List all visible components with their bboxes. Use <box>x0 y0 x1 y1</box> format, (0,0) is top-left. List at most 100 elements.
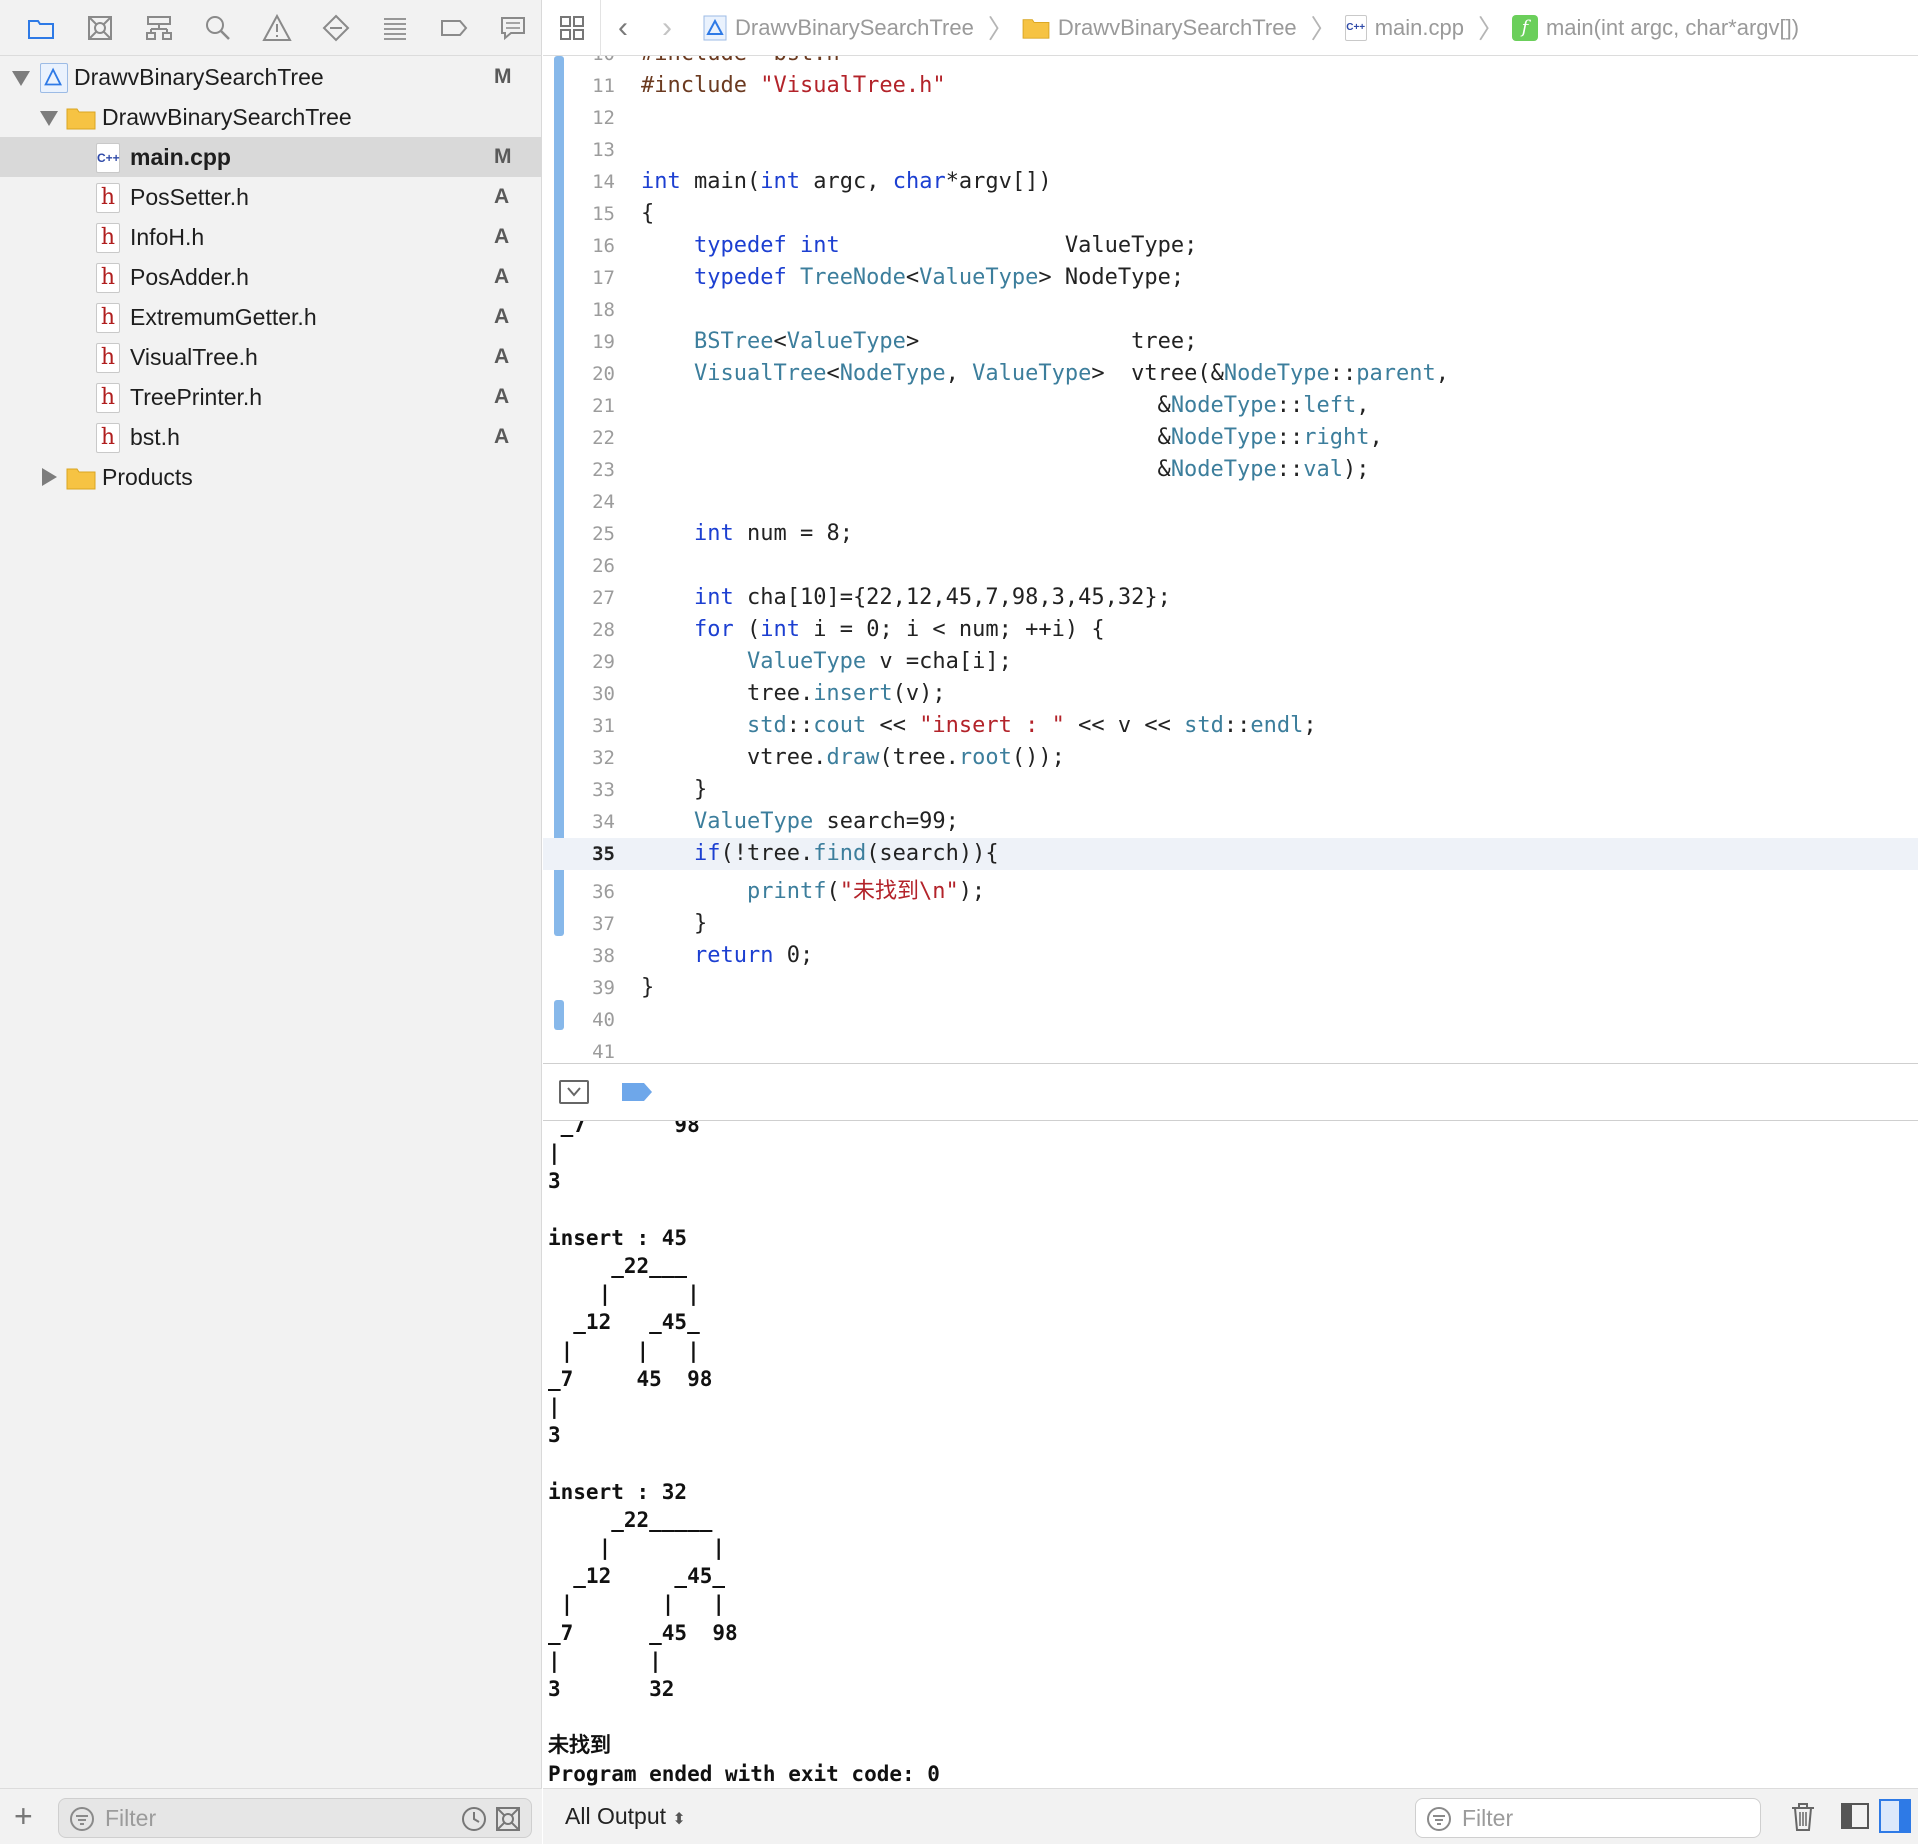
code-line[interactable]: 21 &NodeType::left, <box>543 390 1918 422</box>
file-tree: DrawvBinarySearchTree M DrawvBinarySearc… <box>0 57 542 497</box>
line-number: 40 <box>592 1009 615 1031</box>
code-line[interactable]: 37 } <box>543 908 1918 940</box>
breadcrumb-group[interactable]: DrawvBinarySearchTree <box>1022 15 1297 41</box>
hide-debug-area-icon[interactable] <box>559 1080 589 1104</box>
jump-bar: ‹ › DrawvBinarySearchTree 〉 DrawvBinaryS… <box>543 0 1918 56</box>
code-line[interactable]: 11 #include "VisualTree.h" <box>543 70 1918 102</box>
line-number: 14 <box>592 171 615 193</box>
code-line[interactable]: 30 tree.insert(v); <box>543 678 1918 710</box>
code-line[interactable]: 28 for (int i = 0; i < num; ++i) { <box>543 614 1918 646</box>
code-line[interactable]: 41 <box>543 1036 1918 1062</box>
back-arrow-icon[interactable]: ‹ <box>601 11 645 45</box>
code-line[interactable]: 39} <box>543 972 1918 1004</box>
code-line[interactable]: 22 &NodeType::right, <box>543 422 1918 454</box>
header-file-icon: h <box>96 423 120 453</box>
project-row[interactable]: DrawvBinarySearchTree M <box>0 57 542 97</box>
code-line[interactable]: 14 int main(int argc, char*argv[]) <box>543 166 1918 198</box>
forward-arrow-icon[interactable]: › <box>645 11 689 45</box>
code-line[interactable]: 26 <box>543 550 1918 582</box>
breadcrumb-function-label: main(int argc, char*argv[]) <box>1545 14 1800 40</box>
code-line[interactable]: 31 std::cout << "insert : " << v << std:… <box>543 710 1918 742</box>
code-line[interactable]: 17 typedef TreeNode<ValueType> NodeType; <box>543 262 1918 294</box>
breakpoint-icon[interactable] <box>424 0 483 56</box>
breadcrumb-file-label: main.cpp <box>1374 14 1464 40</box>
code-line[interactable]: 25 int num = 8; <box>543 518 1918 550</box>
file-row[interactable]: h TreePrinter.h A <box>0 377 542 417</box>
code-line[interactable]: 33 } <box>543 774 1918 806</box>
code-area[interactable]: 10 #include "bst.h" 11 #include "VisualTree… <box>543 56 1918 1062</box>
file-row[interactable]: h PosSetter.h A <box>0 177 542 217</box>
group-row[interactable]: DrawvBinarySearchTree <box>0 97 542 137</box>
code-line[interactable]: 10 #include "bst.h" <box>543 56 1918 70</box>
code-line[interactable]: 19 BSTree<ValueType> tree; <box>543 326 1918 358</box>
breadcrumb-function[interactable]: f main(int argc, char*argv[]) <box>1511 14 1800 41</box>
code-line[interactable]: 35 if(!tree.find(search)){ <box>543 838 1918 870</box>
code-text: int main(int argc, char*argv[]) <box>641 169 1052 194</box>
source-control-icon[interactable] <box>71 0 130 56</box>
debug-icon[interactable] <box>365 0 424 56</box>
code-line[interactable]: 20 VisualTree<NodeType, ValueType> vtree… <box>543 358 1918 390</box>
add-icon[interactable]: + <box>14 1799 33 1833</box>
show-variables-view-icon[interactable] <box>1840 1801 1870 1831</box>
breakpoints-toggle-icon[interactable] <box>621 1082 653 1102</box>
code-line[interactable]: 12 <box>543 102 1918 134</box>
breadcrumb-project[interactable]: DrawvBinarySearchTree <box>703 15 974 41</box>
file-row[interactable]: C++ main.cpp M <box>0 137 542 177</box>
file-row[interactable]: h VisualTree.h A <box>0 337 542 377</box>
navigator-toolbar <box>0 0 542 56</box>
disclosure-closed-icon[interactable] <box>42 468 57 486</box>
recent-clock-icon[interactable] <box>461 1806 487 1832</box>
file-row[interactable]: h bst.h A <box>0 417 542 457</box>
code-line[interactable]: 29 ValueType v =cha[i]; <box>543 646 1918 678</box>
disclosure-open-icon[interactable] <box>12 71 30 86</box>
hierarchy-icon[interactable] <box>130 0 189 56</box>
search-icon[interactable] <box>189 0 248 56</box>
header-file-icon: h <box>96 223 120 253</box>
line-number: 19 <box>592 331 615 353</box>
disclosure-open-icon[interactable] <box>40 111 58 126</box>
cpp-file-icon: C++ <box>1344 14 1367 41</box>
file-row[interactable]: h PosAdder.h A <box>0 257 542 297</box>
code-line[interactable]: 23 &NodeType::val); <box>543 454 1918 486</box>
products-row[interactable]: Products <box>0 457 542 497</box>
source-control-filter-icon[interactable] <box>495 1806 521 1832</box>
test-icon[interactable] <box>306 0 365 56</box>
code-line[interactable]: 18 <box>543 294 1918 326</box>
breadcrumb-group-label: DrawvBinarySearchTree <box>1057 14 1297 40</box>
line-number: 16 <box>592 235 615 257</box>
code-line[interactable]: 36 printf("未找到\n"); <box>543 876 1918 908</box>
file-row[interactable]: h ExtremumGetter.h A <box>0 297 542 337</box>
code-line[interactable]: 38 return 0; <box>543 940 1918 972</box>
console-output-area[interactable]: _7 98 | 3 insert : 45 _22___ | | _12 _45… <box>543 1121 1918 1788</box>
output-selector[interactable]: All Output ⬍ <box>565 1803 686 1830</box>
trash-icon[interactable] <box>1788 1801 1818 1833</box>
code-text: &NodeType::left, <box>641 393 1370 418</box>
code-line[interactable]: 16 typedef int ValueType; <box>543 230 1918 262</box>
code-line[interactable]: 15 { <box>543 198 1918 230</box>
breadcrumb-project-label: DrawvBinarySearchTree <box>735 14 974 40</box>
folder-icon[interactable] <box>12 0 71 56</box>
code-line[interactable]: 40 <box>543 1004 1918 1036</box>
breadcrumb-file[interactable]: C++ main.cpp <box>1344 14 1464 41</box>
code-text: &NodeType::val); <box>641 457 1370 482</box>
line-number: 10 <box>543 56 615 70</box>
related-items-grid-icon[interactable] <box>543 0 601 56</box>
code-text: int num = 8; <box>693 521 853 546</box>
header-file-icon: h <box>96 303 120 333</box>
breadcrumb-separator-icon: 〉 <box>1310 14 1337 44</box>
line-number: 12 <box>592 107 615 129</box>
line-number: 23 <box>592 459 615 481</box>
file-row[interactable]: h InfoH.h A <box>0 217 542 257</box>
code-line[interactable]: 27 int cha[10]={22,12,45,7,98,3,45,32}; <box>543 582 1918 614</box>
show-console-view-icon[interactable] <box>1879 1799 1911 1833</box>
console-filter-field[interactable]: Filter <box>1415 1798 1761 1838</box>
report-icon[interactable] <box>483 0 542 56</box>
navigator-filter-field[interactable]: Filter <box>58 1798 532 1838</box>
code-line[interactable]: 13 <box>543 134 1918 166</box>
warning-icon[interactable] <box>248 0 307 56</box>
folder-icon <box>1022 18 1050 39</box>
code-line[interactable]: 32 vtree.draw(tree.root()); <box>543 742 1918 774</box>
code-text: } <box>641 777 708 802</box>
code-line[interactable]: 34 ValueType search=99; <box>543 806 1918 838</box>
code-line[interactable]: 24 <box>543 486 1918 518</box>
